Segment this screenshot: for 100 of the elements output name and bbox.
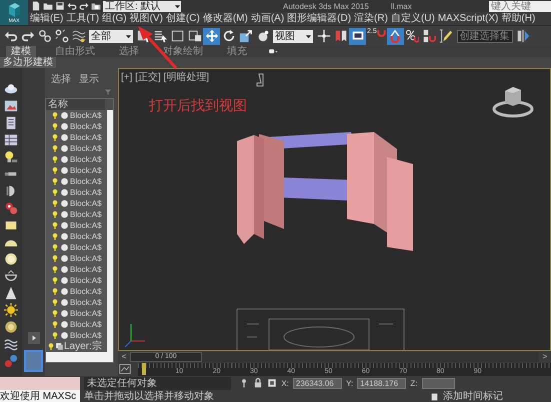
script-input[interactable]	[0, 376, 80, 390]
bulb-icon	[51, 221, 59, 230]
ribbon-tab[interactable]: 对象绘制	[158, 46, 208, 57]
scene-item[interactable]: Block:A$	[46, 319, 107, 330]
menu-item[interactable]: 创建(C)	[166, 12, 200, 25]
scene-item[interactable]: Block:A$	[46, 209, 107, 220]
scrollbar[interactable]	[107, 110, 113, 352]
unlink-tool[interactable]	[53, 28, 70, 44]
viewcube-icon[interactable]	[492, 87, 534, 118]
selection-status: 未选定任何对象	[84, 376, 232, 390]
crosshair-tool[interactable]	[315, 28, 332, 44]
scene-item[interactable]: Block:A$	[46, 220, 107, 231]
scene-item[interactable]: Block:A$	[46, 264, 107, 275]
angle-snap-tool[interactable]	[386, 28, 404, 44]
scene-item[interactable]: Block:A$	[46, 154, 107, 165]
options-icon[interactable]	[266, 47, 280, 56]
bowl-icon[interactable]	[4, 269, 18, 283]
sun-icon[interactable]	[4, 303, 18, 317]
workspace-dropdown[interactable]: 工作区: 默认	[103, 0, 181, 12]
scene-item[interactable]: Block:A$	[46, 187, 107, 198]
scene-item[interactable]: Block:A$	[46, 242, 107, 253]
undo-icon[interactable]	[67, 1, 77, 11]
save-icon[interactable]	[55, 1, 65, 11]
scale-tool[interactable]	[237, 28, 254, 44]
explorer-menu[interactable]: 显示	[79, 72, 99, 88]
move-tool[interactable]	[203, 28, 220, 44]
bulb-icon[interactable]	[4, 150, 18, 164]
coordinate-field[interactable]	[422, 378, 455, 388]
scene-item[interactable]: Block:A$	[46, 176, 107, 187]
menu-item[interactable]: 组(G)	[102, 12, 127, 25]
menu-item[interactable]: 自定义(U)	[390, 12, 435, 25]
scene-item[interactable]: Block:A$	[46, 121, 107, 132]
logo-icon[interactable]	[6, 2, 22, 18]
bulb-icon	[51, 320, 59, 329]
curve-editor-icon[interactable]	[118, 363, 132, 375]
document-icon[interactable]	[4, 116, 18, 130]
scene-item[interactable]: Block:A$	[46, 308, 107, 319]
scene-item[interactable]: Block:A$	[46, 286, 107, 297]
spheres-icon[interactable]	[4, 354, 18, 368]
panel-tab[interactable]: 多边形建模	[0, 57, 56, 68]
spinner-icon	[422, 29, 436, 43]
screen-tool[interactable]	[349, 28, 366, 44]
menu-item[interactable]: 帮助(H)	[501, 12, 536, 25]
waves-icon[interactable]	[4, 337, 18, 351]
dropdown[interactable]: 全部	[89, 30, 133, 42]
menu-item[interactable]: 编辑(E)	[30, 12, 64, 25]
scene-item[interactable]: Block:A$	[46, 165, 107, 176]
menu-item[interactable]: 图形编辑器(D)	[287, 12, 352, 25]
scene-item[interactable]: Block:A$	[46, 132, 107, 143]
tag-icon[interactable]	[430, 392, 439, 402]
ribbon-tab[interactable]: 自由形式	[50, 46, 100, 57]
menu-item[interactable]: 渲染(R)	[354, 12, 388, 25]
scene-item[interactable]: Block:A$	[46, 110, 107, 121]
cloud-icon[interactable]	[4, 82, 18, 96]
scene-item[interactable]: Layer:宗	[46, 341, 107, 352]
selection-icon[interactable]	[267, 378, 278, 388]
expand-button[interactable]	[28, 332, 40, 344]
bulb-icon	[51, 287, 59, 296]
bulb-icon	[51, 309, 59, 318]
folder-icon[interactable]	[43, 1, 53, 11]
link-tool[interactable]	[36, 28, 53, 44]
menu-item[interactable]: 工具(T)	[66, 12, 100, 25]
menu-item[interactable]: 修改器(M)	[202, 12, 248, 25]
scene-item[interactable]: Block:A$	[46, 143, 107, 154]
ribbon-tab[interactable]: 填充	[222, 46, 252, 57]
scene-item[interactable]: Block:A$	[46, 275, 107, 286]
time-tag[interactable]: 添加时间标记	[443, 390, 503, 402]
folder-icon[interactable]	[91, 1, 101, 11]
scene-item[interactable]: Block:A$	[46, 198, 107, 209]
circle-icon[interactable]	[4, 252, 18, 266]
redo-icon[interactable]	[79, 1, 89, 11]
table-icon[interactable]	[4, 133, 18, 147]
wave-tool[interactable]	[70, 28, 87, 44]
coordinate-label: Z:	[410, 378, 418, 388]
scene-item[interactable]: Block:A$	[46, 297, 107, 308]
pencil-tool[interactable]	[438, 28, 455, 44]
menu-item[interactable]: MAXScript(X)	[438, 12, 498, 25]
wave-icon	[72, 29, 86, 43]
selection-set-field[interactable]: 创建选择集	[456, 30, 513, 42]
viewport-label[interactable]: [+] [正交] [明暗处理]	[121, 70, 210, 84]
coordinate-field[interactable]: 14188.176	[357, 378, 406, 388]
scene-item[interactable]: Block:A$	[46, 253, 107, 264]
image-icon[interactable]	[4, 99, 18, 113]
cone-icon[interactable]	[4, 286, 18, 300]
scene-item[interactable]: Block:A$	[46, 231, 107, 242]
scene-item[interactable]: Block:A$	[46, 330, 107, 341]
coordinate-field[interactable]: 236343.06	[292, 378, 342, 388]
percent-tool[interactable]	[404, 28, 421, 44]
ring-icon[interactable]	[4, 320, 18, 334]
ribbon-tab[interactable]: 建模	[6, 46, 36, 57]
scrollbar[interactable]	[46, 352, 113, 362]
dropdown[interactable]: 视图	[273, 30, 313, 42]
menu-item[interactable]: 视图(V)	[130, 12, 163, 25]
menu-item[interactable]: 动画(A)	[250, 12, 284, 25]
rotate-icon	[222, 29, 236, 43]
ribbon-tab[interactable]: 选择	[114, 46, 144, 57]
document-icon[interactable]	[31, 1, 41, 11]
crosshair-icon	[316, 29, 330, 43]
explorer-menu[interactable]: 选择	[51, 72, 71, 88]
lock-icon[interactable]	[253, 378, 264, 388]
